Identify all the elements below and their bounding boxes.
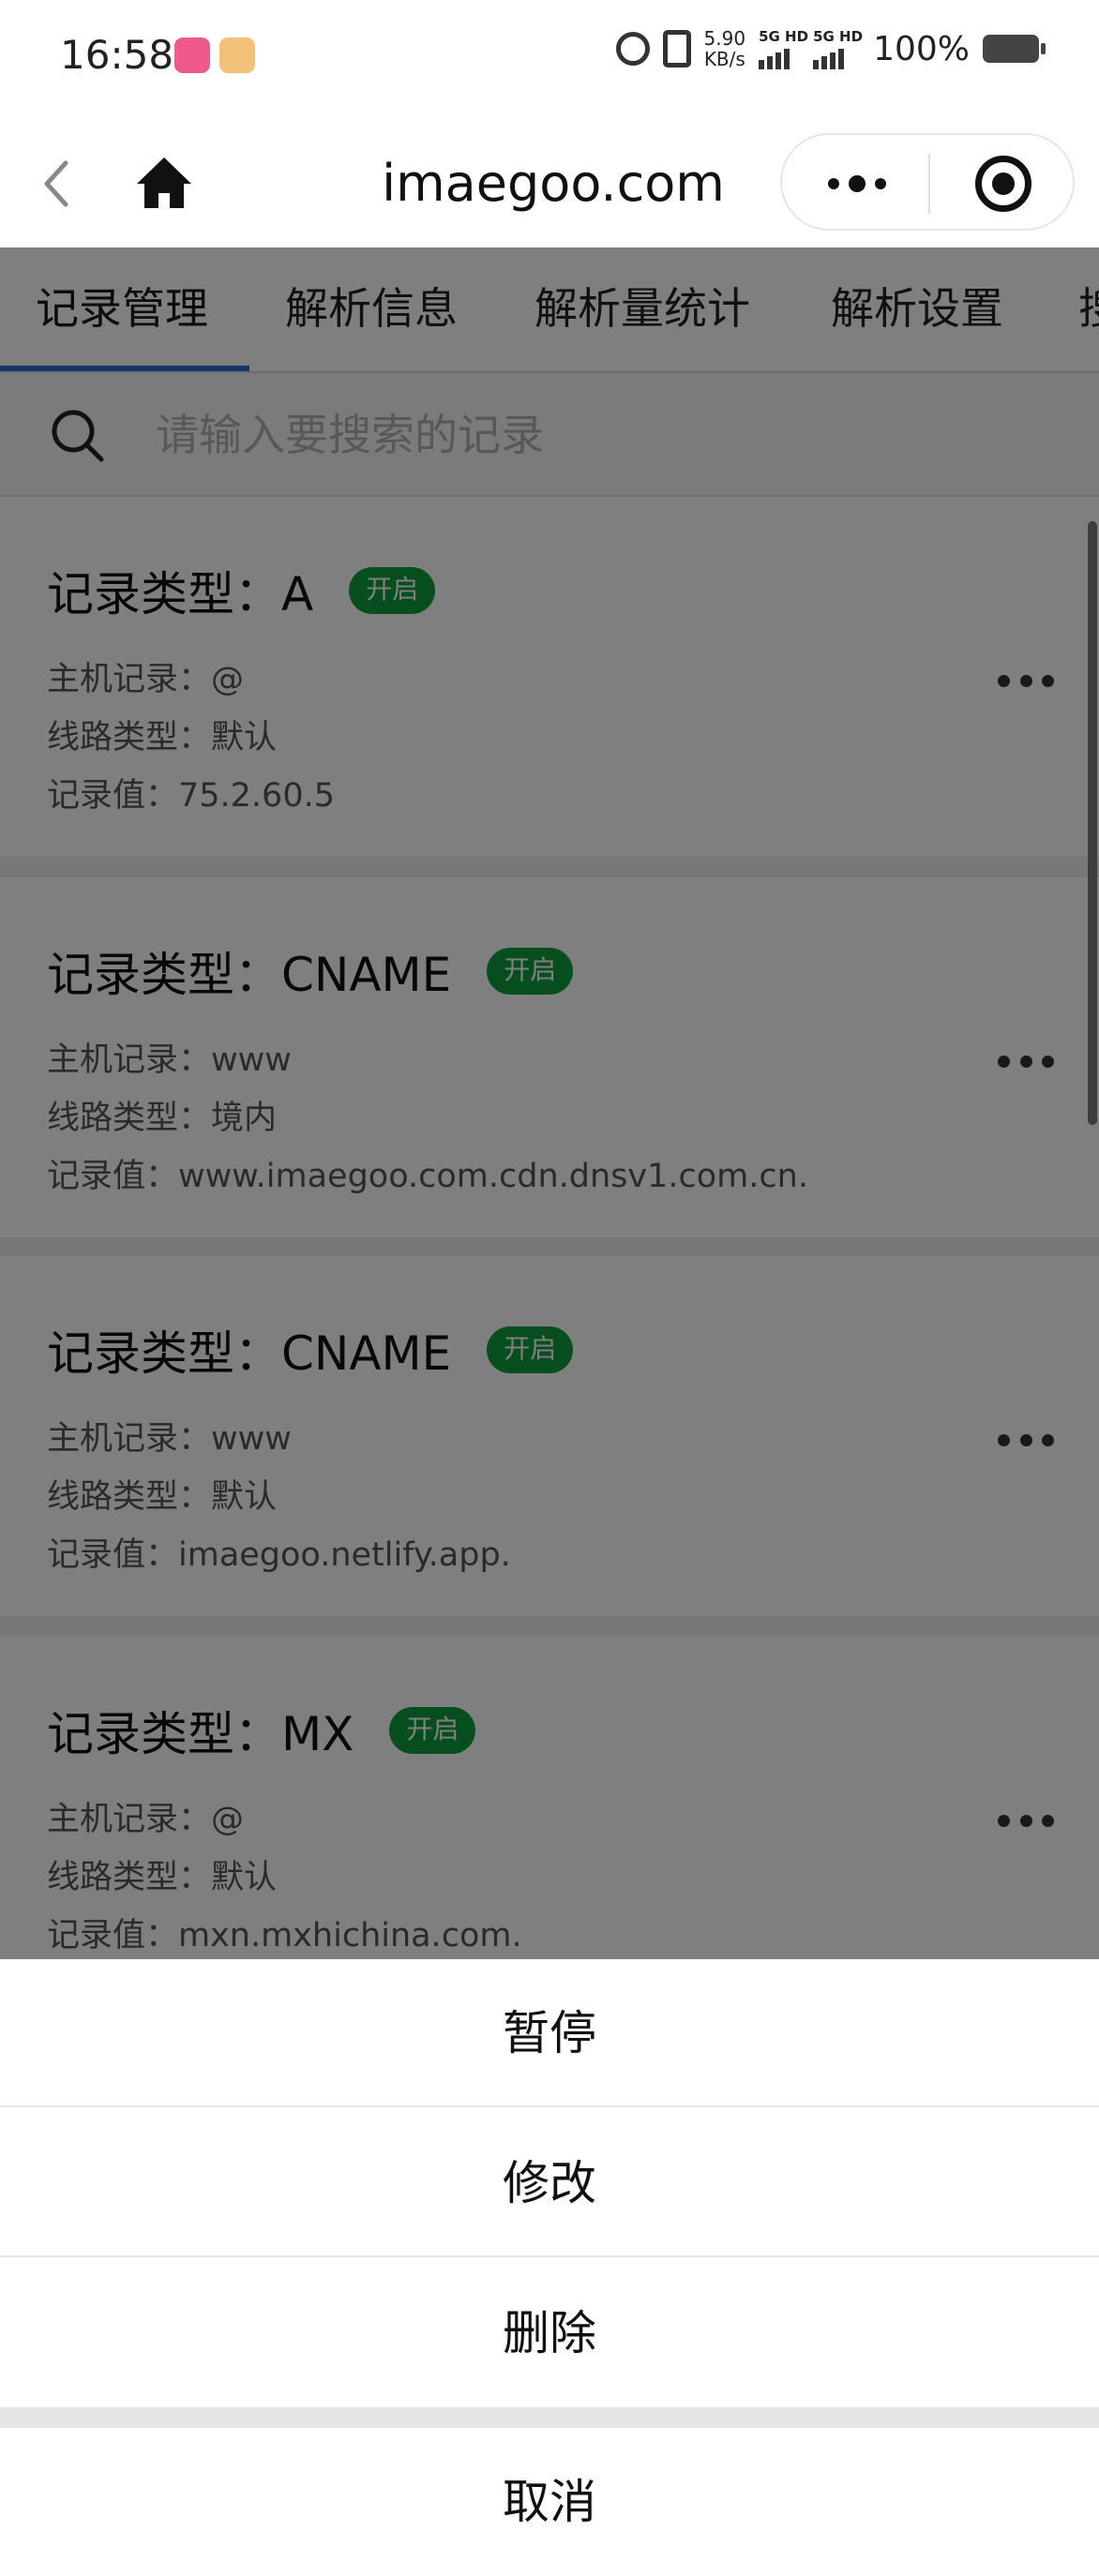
home-icon[interactable] bbox=[135, 156, 193, 210]
edit-button[interactable]: 修改 bbox=[0, 2109, 1099, 2257]
cancel-button[interactable]: 取消 bbox=[0, 2428, 1099, 2576]
signal-icon: 5G HD bbox=[813, 28, 864, 69]
back-icon[interactable] bbox=[38, 157, 75, 210]
battery-percent: 100% bbox=[873, 29, 970, 68]
more-options-icon[interactable] bbox=[820, 161, 895, 206]
action-sheet: 暂停 修改 删除 取消 bbox=[0, 1959, 1099, 2576]
network-speed-value: 5.90 bbox=[703, 27, 746, 50]
pause-button[interactable]: 暂停 bbox=[0, 1959, 1099, 2107]
signal-label: 5G HD bbox=[813, 28, 864, 45]
navigation-bar: imaegoo.com bbox=[0, 120, 1099, 247]
status-indicators: 5.90 KB/s 5G HD 5G HD 100% bbox=[615, 28, 1046, 69]
signal-icon: 5G HD bbox=[759, 28, 808, 69]
battery-icon bbox=[983, 35, 1046, 63]
capsule-divider bbox=[928, 154, 930, 214]
app-notification-icon bbox=[219, 37, 255, 73]
network-speed-unit: KB/s bbox=[703, 48, 745, 70]
delete-button[interactable]: 删除 bbox=[0, 2259, 1099, 2407]
network-speed: 5.90 KB/s bbox=[704, 28, 746, 69]
miniprogram-capsule bbox=[780, 133, 1075, 231]
signal-label: 5G HD bbox=[759, 28, 809, 45]
vibrate-icon bbox=[662, 30, 691, 67]
alarm-icon bbox=[615, 32, 650, 66]
page-title: imaegoo.com bbox=[382, 154, 725, 213]
status-bar: 16:58 5.90 KB/s 5G HD 5G HD 100% bbox=[0, 0, 1099, 120]
status-time: 16:58 bbox=[60, 32, 174, 78]
action-sheet-divider bbox=[0, 2407, 1099, 2428]
close-miniprogram-icon[interactable] bbox=[975, 156, 1031, 212]
app-notification-icon bbox=[174, 37, 210, 73]
